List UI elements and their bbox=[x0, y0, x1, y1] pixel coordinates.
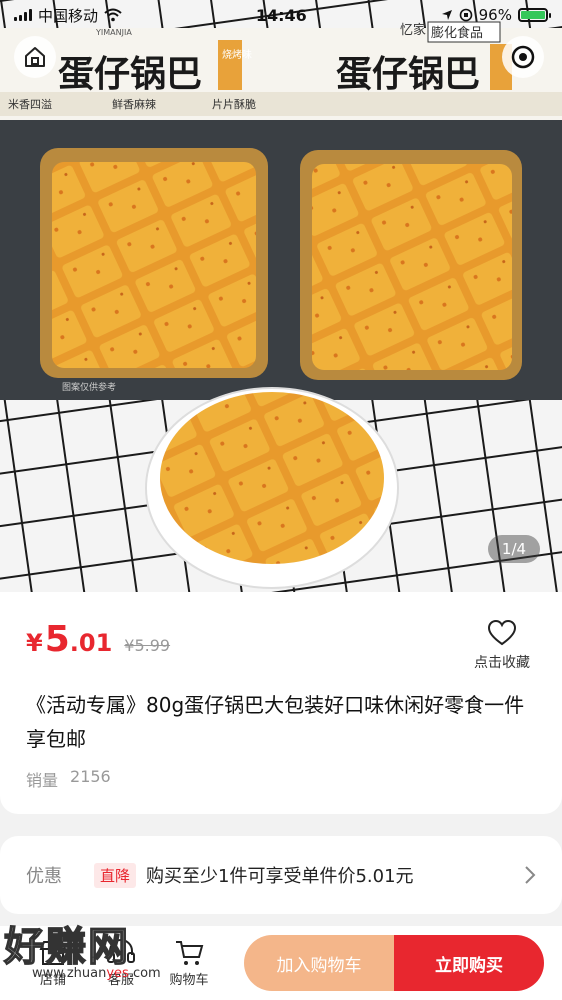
sales-label: 销量 bbox=[26, 771, 59, 790]
cart-icon bbox=[176, 940, 204, 965]
promotion-label: 优惠 bbox=[26, 866, 62, 887]
original-price: ¥5.99 bbox=[124, 636, 171, 655]
carrier-name: 中国移动 bbox=[38, 6, 99, 25]
wifi-icon bbox=[104, 8, 122, 22]
heart-icon bbox=[488, 620, 516, 646]
more-options-button[interactable] bbox=[502, 36, 544, 78]
package-title-right: 蛋仔锅巴 bbox=[336, 54, 480, 95]
signal-icon bbox=[14, 9, 32, 21]
sales-count: 2156 bbox=[70, 767, 111, 786]
nav-store-label: 店铺 bbox=[39, 972, 66, 988]
customer-service-icon bbox=[107, 938, 135, 963]
promotion-text: 购买至少1件可享受单件价5.01元 bbox=[146, 866, 414, 887]
price-integer: 5 bbox=[44, 619, 70, 660]
status-bar: 中国移动 14:46 96% bbox=[0, 0, 562, 30]
favorite-button[interactable]: 点击收藏 bbox=[474, 620, 530, 672]
bottom-action-bar: 店铺 客服 购物车 加入购物车 立即购买 bbox=[0, 926, 562, 1000]
package-note: 图案仅供参考 bbox=[62, 381, 116, 393]
sales-info: 销量 2156 bbox=[26, 767, 111, 791]
nav-customer-service-label: 客服 bbox=[107, 972, 134, 988]
target-icon bbox=[511, 45, 535, 69]
promotion-badge: 直降 bbox=[94, 862, 137, 888]
add-to-cart-button[interactable]: 加入购物车 bbox=[244, 935, 394, 991]
gallery-page-indicator: 1/4 bbox=[488, 535, 540, 563]
product-info-card: ¥ 5 .01 ¥5.99 点击收藏 《活动专属》80g蛋仔锅巴大包装好口味休闲… bbox=[0, 592, 562, 814]
price-currency: ¥ bbox=[26, 629, 43, 657]
price: ¥ 5 .01 ¥5.99 bbox=[26, 622, 170, 658]
battery-icon bbox=[517, 8, 551, 22]
package-title-left: 蛋仔锅巴 bbox=[58, 54, 202, 95]
product-image-gallery[interactable]: 蛋仔锅巴 蛋仔锅巴 烧烤味 忆家 膨化食品 YIMANJIA 米香四溢 鲜香麻辣… bbox=[0, 0, 562, 592]
package-flavor-left: 烧烤味 bbox=[222, 48, 252, 61]
bowl-of-chips bbox=[145, 387, 399, 589]
nav-cart-label: 购物车 bbox=[169, 972, 209, 988]
chevron-right-icon bbox=[525, 866, 536, 884]
feature-2: 鲜香麻辣 bbox=[112, 97, 156, 111]
product-title: 《活动专属》80g蛋仔锅巴大包装好口味休闲好零食一件享包邮 bbox=[26, 693, 525, 751]
nav-cart[interactable]: 购物车 bbox=[164, 939, 214, 988]
price-decimal: .01 bbox=[69, 629, 113, 657]
feature-3: 片片酥脆 bbox=[212, 97, 256, 111]
orientation-lock-icon bbox=[459, 8, 472, 22]
feature-1: 米香四溢 bbox=[8, 97, 52, 111]
product-photo: 蛋仔锅巴 蛋仔锅巴 烧烤味 忆家 膨化食品 YIMANJIA 米香四溢 鲜香麻辣… bbox=[0, 0, 562, 592]
home-icon bbox=[25, 47, 45, 67]
clock: 14:46 bbox=[255, 5, 307, 25]
promotion-row[interactable]: 优惠 直降 购买至少1件可享受单件价5.01元 bbox=[0, 836, 562, 914]
store-icon bbox=[39, 940, 67, 965]
nav-store[interactable]: 店铺 bbox=[28, 939, 78, 988]
buy-now-button[interactable]: 立即购买 bbox=[394, 935, 544, 991]
favorite-label: 点击收藏 bbox=[474, 655, 530, 671]
nav-customer-service[interactable]: 客服 bbox=[96, 938, 146, 988]
location-arrow-icon bbox=[441, 10, 452, 20]
battery-percent: 96% bbox=[478, 6, 512, 24]
home-button[interactable] bbox=[14, 36, 56, 78]
